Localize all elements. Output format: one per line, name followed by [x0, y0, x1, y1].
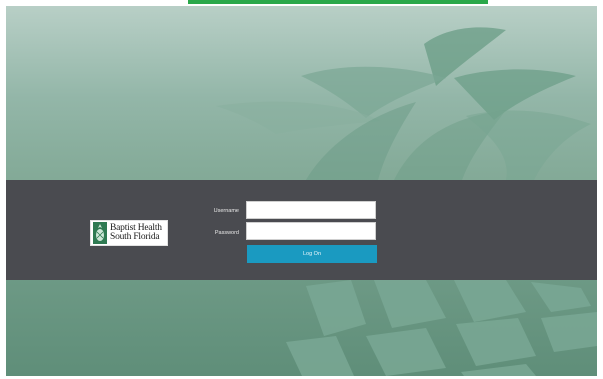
top-accent-bar — [188, 0, 488, 4]
pineapple-emblem-icon — [93, 222, 107, 244]
username-input[interactable] — [246, 201, 376, 219]
login-band: Baptist Health South Florida Username Pa… — [6, 180, 597, 280]
password-label: Password — [214, 230, 239, 236]
login-page: Baptist Health South Florida Username Pa… — [6, 6, 597, 376]
brand-logo: Baptist Health South Florida — [90, 220, 168, 246]
brand-wordmark: Baptist Health South Florida — [110, 223, 162, 243]
log-on-button[interactable]: Log On — [247, 245, 377, 263]
password-input[interactable] — [246, 222, 376, 240]
brand-line-2: South Florida — [110, 232, 160, 242]
username-label: Username — [213, 208, 239, 214]
